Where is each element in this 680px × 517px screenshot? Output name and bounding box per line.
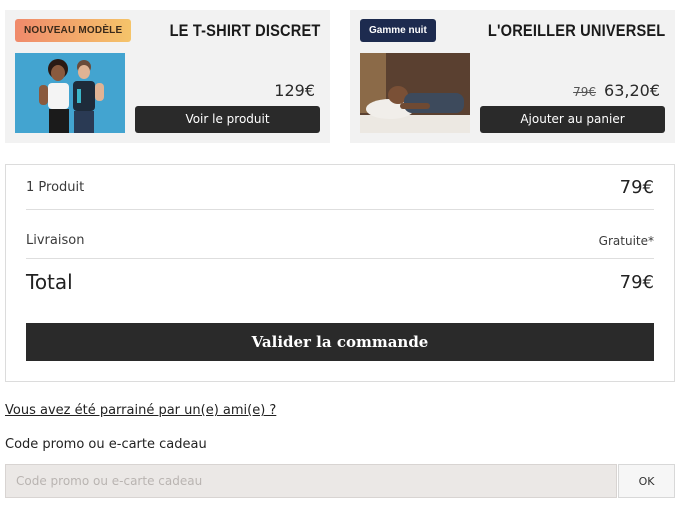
promo-code-input[interactable] (5, 464, 617, 498)
promo-ok-button[interactable]: OK (618, 464, 675, 498)
total-value: 79€ (619, 271, 654, 293)
divider (26, 209, 654, 210)
divider (26, 258, 654, 259)
product-image-tshirt[interactable] (15, 53, 125, 133)
pillow-photo-illustration (360, 53, 470, 133)
shipping-value: Gratuite* (598, 233, 654, 248)
shipping-label: Livraison (26, 233, 85, 248)
validate-order-button[interactable]: Valider la commande (26, 323, 654, 361)
products-subtotal: 79€ (619, 177, 654, 198)
product-price: 129€ (274, 81, 315, 100)
referral-link[interactable]: Vous avez été parrainé par un(e) ami(e) … (5, 403, 276, 418)
products-count-label: 1 Produit (26, 180, 85, 195)
product-image-pillow[interactable] (360, 53, 470, 133)
total-label: Total (26, 270, 73, 294)
promo-code-label: Code promo ou e-carte cadeau (5, 437, 207, 452)
order-summary: 1 Produit 79€ Livraison Gratuite* Total … (5, 164, 675, 382)
old-price: 79€ (573, 85, 597, 99)
night-range-badge: Gamme nuit (360, 19, 436, 42)
discounted-price: 63,20€ (604, 81, 660, 100)
product-title: L'OREILLER UNIVERSEL (487, 21, 665, 40)
tshirt-photo-illustration (15, 53, 125, 133)
summary-shipping-row: Livraison Gratuite* (26, 228, 654, 253)
add-to-cart-button[interactable]: Ajouter au panier (480, 106, 665, 133)
new-model-badge: NOUVEAU MODÈLE (15, 19, 132, 42)
product-card-tshirt: NOUVEAU MODÈLE LE T-SHIRT DISCRET 129€ V… (5, 10, 330, 143)
view-product-button[interactable]: Voir le produit (135, 106, 320, 133)
product-card-pillow: Gamme nuit L'OREILLER UNIVERSEL 79€ 63,20… (350, 10, 675, 143)
product-price: 79€ 63,20€ (573, 81, 660, 100)
summary-products-row: 1 Produit 79€ (26, 175, 654, 200)
product-title: LE T-SHIRT DISCRET (169, 21, 320, 40)
summary-total-row: Total 79€ (26, 267, 654, 297)
